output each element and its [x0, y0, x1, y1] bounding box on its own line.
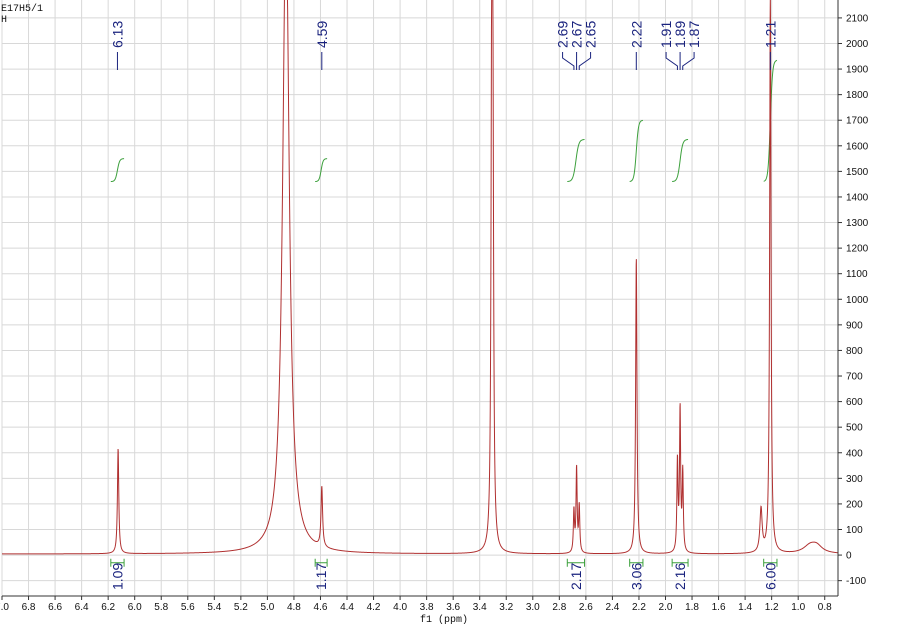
x-tick-label: 0.8 [818, 602, 832, 613]
x-tick-label: 1.4 [738, 602, 752, 613]
peak-label: 4.59 [314, 21, 330, 70]
x-tick-label: 4.4 [340, 602, 354, 613]
integral-value: 2.17 [568, 563, 584, 590]
y-tick-label: 0 [846, 551, 852, 562]
y-tick-label: 1200 [846, 244, 869, 255]
nmr-spectrum-chart: 6.13 4.59 2.692.672.65 2.22 1.911.891.87 1.21… [0, 0, 869, 626]
x-tick-label: 4.8 [287, 602, 301, 613]
axes: 7.0 6.8 6.6 6.4 6.2 6.0 5.8 5.6 5.4 5.2 5.0 4.8 4.6 4… [0, 0, 869, 613]
x-tick-label: 5.4 [207, 602, 221, 613]
y-tick-label: 2000 [846, 39, 869, 50]
integral-value: 3.06 [628, 563, 644, 590]
y-tick-label: 900 [846, 320, 863, 331]
peak-leader-line [562, 52, 575, 70]
integral-value: 1.09 [109, 563, 125, 590]
x-tick-label: 5.6 [181, 602, 195, 613]
y-tick-label: 1900 [846, 65, 869, 76]
x-tick-label: 1.2 [765, 602, 779, 613]
y-tick-label: 1300 [846, 218, 869, 229]
integral-value: 6.00 [762, 563, 778, 590]
peak-label-text: 2.65 [583, 21, 599, 48]
x-tick-label: 4.0 [393, 602, 407, 613]
x-tick-label: 7.0 [0, 602, 9, 613]
y-tick-label: 300 [846, 474, 863, 485]
integral-labels: 1.09 1.17 2.17 3.06 2.16 6.00 [109, 558, 778, 590]
sample-id-label: E17H5/1 [1, 3, 43, 15]
y-tick-label: 1500 [846, 167, 869, 178]
integral-value: 1.17 [313, 563, 329, 590]
integral-curve [629, 119, 644, 182]
x-tick-label: 5.0 [260, 602, 274, 613]
x-tick-label: 4.2 [367, 602, 381, 613]
spectrum-line [2, 0, 838, 555]
x-tick-label: 3.8 [420, 602, 434, 613]
y-tick-label: 1400 [846, 192, 869, 203]
y-tick-label: 1600 [846, 141, 869, 152]
x-tick-label: 2.2 [632, 602, 646, 613]
x-tick-label: 1.8 [685, 602, 699, 613]
x-axis-title: f1 (ppm) [420, 614, 468, 626]
x-tick-label: 4.6 [314, 602, 328, 613]
integral-curves [110, 59, 778, 183]
peak-label-text: 1.21 [762, 21, 778, 48]
integral-value: 2.16 [672, 563, 688, 590]
y-tick-label: 2100 [846, 13, 869, 24]
x-tick-label: 6.8 [22, 602, 36, 613]
peak-label-text: 2.22 [628, 21, 644, 48]
x-tick-label: 3.6 [446, 602, 460, 613]
x-tick-label: 3.0 [526, 602, 540, 613]
nucleus-label: H [1, 15, 7, 26]
y-tick-label: 1700 [846, 116, 869, 127]
peak-label: 2.65 [578, 21, 599, 70]
x-tick-label: 5.2 [234, 602, 248, 613]
y-tick-label: 1000 [846, 295, 869, 306]
y-tick-label: 700 [846, 372, 863, 383]
x-tick-label: 2.4 [605, 602, 619, 613]
integral-bracket: 2.17 [566, 558, 586, 590]
peak-label: 2.22 [628, 21, 644, 70]
x-tick-label: 6.2 [101, 602, 115, 613]
y-tick-label: 100 [846, 525, 863, 536]
y-tick-label: 800 [846, 346, 863, 357]
integral-bracket: 1.17 [313, 558, 329, 590]
x-tick-label: 2.8 [552, 602, 566, 613]
peak-labels: 6.13 4.59 2.692.672.65 2.22 1.911.891.87 1.21 [109, 21, 778, 70]
x-tick-label: 1.0 [791, 602, 805, 613]
x-tick-label: 2.6 [579, 602, 593, 613]
x-tick-label: 3.4 [473, 602, 487, 613]
x-tick-label: 3.2 [499, 602, 513, 613]
integral-curve [110, 158, 125, 183]
x-tick-label: 1.6 [712, 602, 726, 613]
x-tick-label: 6.6 [48, 602, 62, 613]
y-tick-label: 200 [846, 499, 863, 510]
y-tick-label: 1800 [846, 90, 869, 101]
peak-label-text: 4.59 [314, 21, 330, 48]
nmr-spectrum-view: 6.13 4.59 2.69 2.67 2.65 2.22 1.91 1.89 1.87 1.21… [0, 0, 900, 627]
peak-leader-line [578, 52, 592, 70]
x-tick-label: 6.0 [128, 602, 142, 613]
integral-curve [315, 158, 328, 183]
integral-bracket: 3.06 [628, 558, 644, 590]
integral-bracket: 6.00 [762, 558, 778, 590]
y-tick-label: 400 [846, 448, 863, 459]
x-tick-label: 6.4 [75, 602, 89, 613]
peak-label-text: 6.13 [109, 21, 125, 48]
y-tick-label: 600 [846, 397, 863, 408]
x-tick-label: 2.0 [659, 602, 673, 613]
integral-bracket: 1.09 [109, 558, 125, 590]
y-tick-label: -100 [846, 576, 866, 587]
y-tick-label: 1100 [846, 269, 868, 280]
y-tick-label: 500 [846, 423, 863, 434]
spectrum-trace [2, 0, 838, 555]
peak-label: 6.13 [109, 21, 125, 70]
peak-label-text: 1.87 [686, 21, 702, 48]
x-tick-label: 5.8 [154, 602, 168, 613]
peak-label: 1.21 [762, 21, 778, 70]
peak-leader-line [665, 52, 678, 70]
integral-bracket: 2.16 [671, 558, 689, 590]
grid [1, 0, 838, 596]
